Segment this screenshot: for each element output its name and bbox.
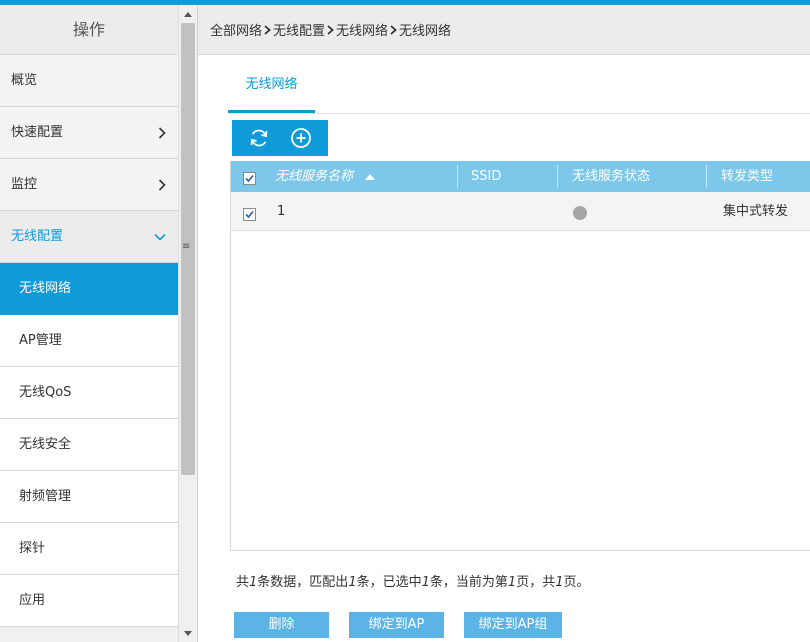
table-header: 无线服务名称 SSID 无线服务状态 转发类型 — [231, 161, 810, 192]
sort-ascending-icon — [365, 174, 376, 180]
column-divider — [706, 165, 707, 188]
sidebar-subitem-radio-management[interactable]: 射频管理 — [0, 471, 178, 523]
breadcrumb-separator-icon — [264, 24, 271, 35]
sidebar-item-wireless-config[interactable]: 无线配置 — [0, 211, 178, 263]
sidebar-subitem-label: 探针 — [19, 541, 46, 556]
breadcrumb-separator-icon — [327, 24, 334, 35]
column-header-service-status[interactable]: 无线服务状态 — [572, 161, 650, 192]
cell-service-name: 1 — [277, 204, 286, 219]
breadcrumb-item[interactable]: 无线网络 — [336, 20, 388, 39]
add-circle-icon — [291, 128, 311, 148]
splitter-grip-icon[interactable]: ≡ — [182, 242, 190, 252]
sidebar-item-overview[interactable]: 概览 — [0, 55, 178, 107]
column-divider — [457, 165, 458, 188]
column-header-forward-type[interactable]: 转发类型 — [721, 161, 773, 192]
selected-count: 1 — [421, 575, 430, 590]
table-toolbar — [232, 120, 328, 156]
check-icon — [245, 210, 254, 219]
breadcrumb-item: 无线网络 — [399, 24, 452, 39]
sidebar-subitem-label: 无线网络 — [19, 281, 72, 296]
chevron-down-icon — [154, 211, 166, 263]
breadcrumb-item[interactable]: 无线配置 — [273, 20, 325, 39]
pagination-summary: 共1条数据，匹配出1条，已选中1条，当前为第1页，共1页。 — [236, 575, 590, 590]
sidebar-header: 操作 — [0, 5, 178, 55]
sidebar-subitem-label: AP管理 — [19, 333, 62, 348]
sidebar-subitem-label: 无线QoS — [19, 385, 72, 400]
refresh-icon — [250, 129, 268, 147]
current-page: 1 — [507, 575, 517, 590]
check-icon — [245, 174, 254, 183]
sidebar-subitem-wireless-network[interactable]: 无线网络 — [0, 263, 178, 315]
scroll-down-arrow-icon[interactable] — [179, 626, 197, 640]
tab-bar: 无线网络 — [228, 56, 810, 114]
sidebar-item-monitor[interactable]: 监控 — [0, 159, 178, 211]
tab-wireless-network[interactable]: 无线网络 — [228, 56, 315, 113]
scroll-up-arrow-icon[interactable] — [179, 7, 197, 21]
sidebar: 操作 概览 快速配置 监控 无线配置 无线网络 AP管理 无线QoS 无线安全 … — [0, 5, 178, 642]
chevron-right-icon — [158, 159, 166, 211]
wireless-service-table: 无线服务名称 SSID 无线服务状态 转发类型 1 集中式转发 — [230, 161, 810, 551]
sidebar-item-label: 监控 — [11, 177, 38, 192]
column-header-ssid[interactable]: SSID — [471, 161, 501, 192]
refresh-button[interactable] — [244, 123, 274, 153]
column-header-service-name[interactable]: 无线服务名称 — [275, 161, 376, 192]
breadcrumb: 全部网络 无线配置 无线网络 无线网络 — [198, 5, 810, 55]
sidebar-subitem-label: 无线安全 — [19, 437, 72, 452]
sidebar-subitem-application[interactable]: 应用 — [0, 575, 178, 627]
sidebar-subitem-label: 射频管理 — [19, 489, 72, 504]
sidebar-subitem-probe[interactable]: 探针 — [0, 523, 178, 575]
breadcrumb-separator-icon — [390, 24, 397, 35]
sidebar-item-quick-config[interactable]: 快速配置 — [0, 107, 178, 159]
table-row[interactable]: 1 集中式转发 — [231, 192, 810, 231]
sidebar-item-label: 无线配置 — [11, 229, 64, 244]
bind-to-ap-button[interactable]: 绑定到AP — [349, 612, 444, 638]
sidebar-subitem-wireless-security[interactable]: 无线安全 — [0, 419, 178, 471]
select-all-checkbox[interactable] — [243, 172, 256, 185]
row-checkbox[interactable] — [243, 208, 256, 221]
status-dot-icon — [573, 206, 587, 220]
sidebar-item-label: 概览 — [11, 73, 38, 88]
sidebar-subitem-ap-management[interactable]: AP管理 — [0, 315, 178, 367]
delete-button[interactable]: 删除 — [234, 612, 329, 638]
sidebar-subitem-wireless-qos[interactable]: 无线QoS — [0, 367, 178, 419]
add-button[interactable] — [286, 123, 316, 153]
breadcrumb-item[interactable]: 全部网络 — [210, 20, 262, 39]
column-divider — [557, 165, 558, 188]
matched-count: 1 — [348, 575, 357, 590]
sidebar-item-label: 快速配置 — [11, 125, 64, 140]
chevron-right-icon — [158, 107, 166, 159]
sidebar-subitem-label: 应用 — [19, 593, 46, 608]
bind-to-ap-group-button[interactable]: 绑定到AP组 — [464, 612, 562, 638]
cell-forward-type: 集中式转发 — [723, 204, 789, 219]
sidebar-scrollbar[interactable] — [178, 5, 198, 642]
